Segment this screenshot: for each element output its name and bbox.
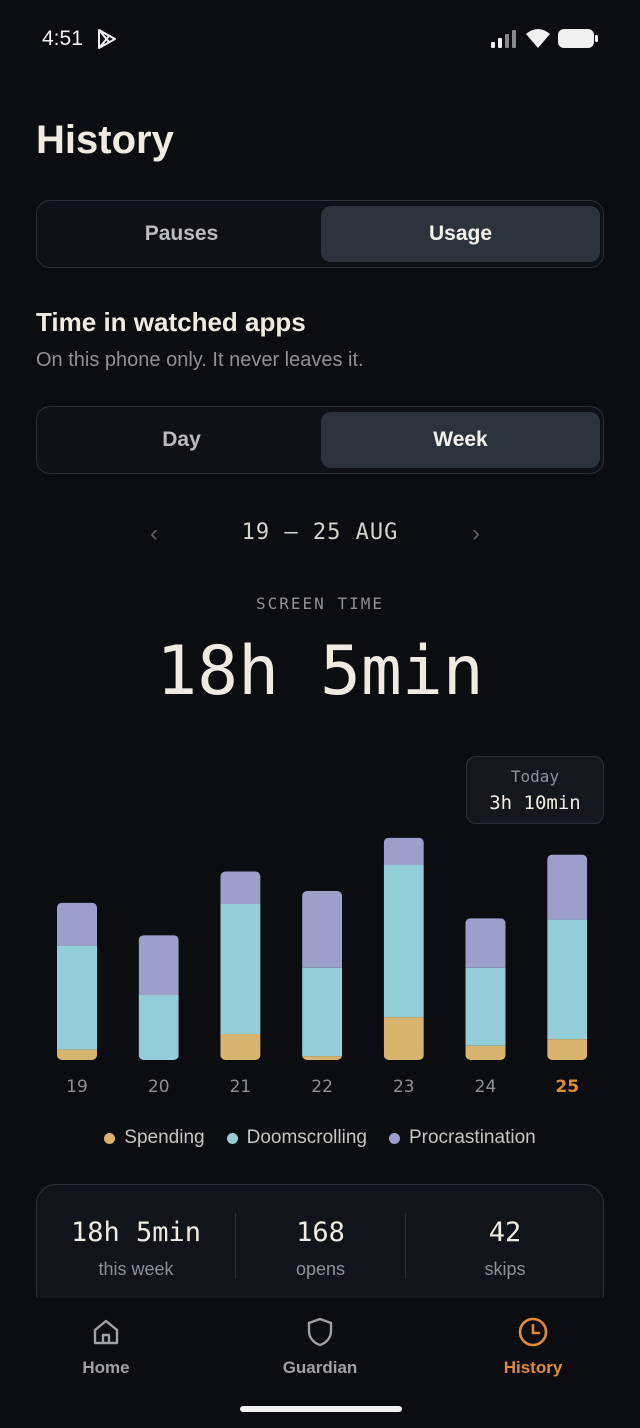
- legend-label: Procrastination: [408, 1127, 536, 1148]
- status-bar: 4:51: [0, 0, 640, 78]
- screen-time-value: 18h 5min: [156, 632, 484, 711]
- x-tick-label: 22: [311, 1077, 333, 1097]
- bar-segment-procrastination: [547, 854, 588, 920]
- x-tick-label: 24: [475, 1077, 497, 1097]
- bar-segment-doomscrolling: [547, 919, 588, 1040]
- tab-day[interactable]: Day: [42, 412, 321, 468]
- bar-segment-procrastination: [138, 935, 179, 995]
- legend-label: Doomscrolling: [246, 1127, 367, 1148]
- stat-value: 42: [488, 1217, 522, 1248]
- tab-week[interactable]: Week: [321, 412, 600, 468]
- tab-usage[interactable]: Usage: [321, 206, 600, 262]
- stat-label: this week: [98, 1259, 174, 1279]
- chevron-right-icon[interactable]: ›: [472, 520, 480, 548]
- bar-segment-procrastination: [220, 871, 261, 904]
- stat-skips: 42 skips: [406, 1185, 604, 1295]
- signal-icon: [491, 30, 516, 48]
- wifi-icon: [526, 29, 550, 48]
- bar-segment-doomscrolling: [383, 865, 424, 1018]
- view-toggle: Pauses Usage: [36, 200, 604, 268]
- screen-time-label: SCREEN TIME: [256, 594, 384, 613]
- bar-segment-procrastination: [57, 902, 97, 946]
- weekly-stats-card: 18h 5min this week 168 opens 42 skips: [36, 1184, 604, 1314]
- tab-history[interactable]: History: [453, 1312, 613, 1382]
- stat-label: skips: [484, 1259, 526, 1279]
- stat-value: 168: [296, 1217, 345, 1248]
- bar-segment-doomscrolling: [220, 904, 261, 1034]
- bar-segment-doomscrolling: [57, 945, 97, 1050]
- tab-label: History: [503, 1358, 563, 1377]
- bar-segment-spending: [547, 1039, 588, 1060]
- spending-dot-icon: [104, 1132, 116, 1144]
- bar-segment-spending: [465, 1045, 506, 1060]
- stat-value: 18h 5min: [70, 1217, 202, 1248]
- bar-day-25[interactable]: [547, 854, 588, 1060]
- tab-guardian[interactable]: Guardian: [240, 1312, 400, 1382]
- bar-segment-spending: [220, 1034, 261, 1060]
- bar-segment-doomscrolling: [302, 967, 343, 1057]
- usage-bar-chart: 19 20 21 22 23 24 25: [57, 837, 588, 1097]
- tooltip-value: 3h 10min: [489, 792, 581, 814]
- shield-icon: [307, 1317, 333, 1347]
- home-indicator: [240, 1406, 402, 1412]
- tooltip-label: Today: [510, 767, 560, 786]
- legend-label: Spending: [124, 1127, 205, 1148]
- bar-segment-procrastination: [383, 837, 424, 865]
- tab-pauses[interactable]: Pauses: [42, 206, 321, 262]
- x-tick-label: 19: [66, 1077, 88, 1097]
- home-icon: [93, 1319, 119, 1345]
- bar-segment-spending: [57, 1049, 97, 1060]
- bar-day-24[interactable]: [465, 918, 506, 1060]
- tab-home[interactable]: Home: [26, 1312, 186, 1382]
- bar-segment-spending: [383, 1017, 424, 1060]
- x-tick-label: 25: [555, 1077, 579, 1097]
- page-title: History: [36, 118, 174, 162]
- date-range-nav: ‹ 19 – 25 AUG ›: [0, 518, 640, 550]
- battery-icon: [558, 29, 598, 48]
- chart-legend: Spending Doomscrolling Procrastination: [0, 1127, 640, 1149]
- stat-total-time: 18h 5min this week: [37, 1185, 235, 1295]
- procrastination-dot-icon: [388, 1132, 400, 1144]
- bar-day-22[interactable]: [302, 891, 343, 1060]
- today-tooltip: Today 3h 10min: [466, 756, 604, 824]
- section-title: Time in watched apps: [36, 307, 306, 337]
- clock-icon: [518, 1317, 548, 1347]
- bar-segment-spending: [302, 1056, 343, 1060]
- period-toggle: Day Week: [36, 406, 604, 474]
- x-tick-label: 23: [393, 1077, 415, 1097]
- status-time: 4:51: [42, 27, 83, 50]
- legend-spending: Spending: [104, 1127, 205, 1149]
- legend-doomscrolling: Doomscrolling: [226, 1127, 367, 1149]
- stat-label: opens: [295, 1259, 346, 1279]
- bar-segment-doomscrolling: [138, 995, 179, 1060]
- bar-segment-procrastination: [465, 918, 506, 968]
- tab-label: Home: [82, 1358, 130, 1377]
- bar-segment-doomscrolling: [465, 967, 506, 1046]
- bar-day-23[interactable]: [383, 837, 424, 1060]
- x-tick-label: 20: [148, 1077, 170, 1097]
- stat-opens: 168 opens: [236, 1185, 405, 1295]
- section-subtitle: On this phone only. It never leaves it.: [36, 349, 364, 371]
- bar-segment-procrastination: [302, 891, 343, 968]
- bar-day-20[interactable]: [138, 935, 179, 1060]
- doomscrolling-dot-icon: [226, 1132, 238, 1144]
- tab-label: Guardian: [282, 1358, 358, 1377]
- x-tick-label: 21: [230, 1077, 252, 1097]
- bar-day-19[interactable]: [57, 902, 97, 1060]
- date-range-label: 19 – 25 AUG: [241, 520, 399, 545]
- bar-day-21[interactable]: [220, 871, 261, 1061]
- legend-procrastination: Procrastination: [388, 1127, 536, 1149]
- play-store-icon: [98, 29, 116, 49]
